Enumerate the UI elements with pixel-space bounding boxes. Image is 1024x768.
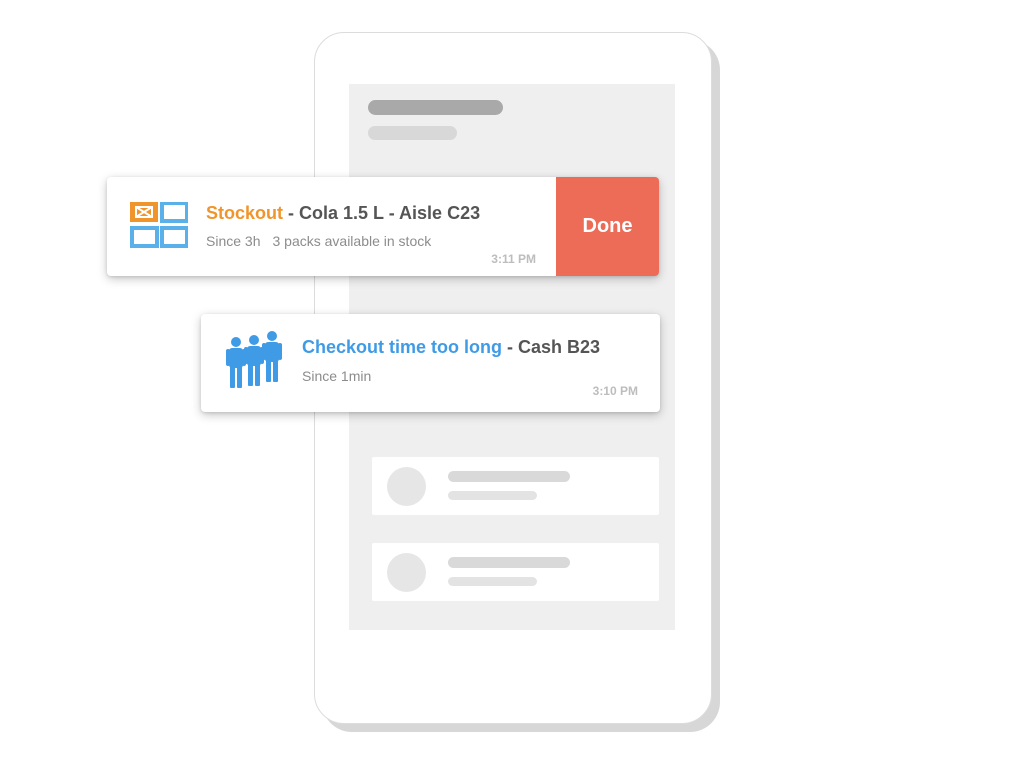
title-separator: - bbox=[502, 337, 518, 357]
notification-subtitle: Since 3h 3 packs available in stock bbox=[206, 233, 431, 249]
placeholder-line bbox=[448, 491, 537, 500]
notification-detail: Cash B23 bbox=[518, 337, 601, 357]
placeholder-line bbox=[448, 577, 537, 586]
notification-time: 3:11 PM bbox=[491, 252, 536, 266]
placeholder-line bbox=[448, 557, 570, 568]
notification-category: Checkout time too long bbox=[302, 337, 502, 357]
title-separator: - bbox=[283, 203, 300, 223]
placeholder-subtitle-bar bbox=[368, 126, 457, 140]
notification-time: 3:10 PM bbox=[592, 384, 638, 398]
notification-since: Since 3h bbox=[206, 233, 261, 249]
checkout-notification[interactable]: Checkout time too long - Cash B23 Since … bbox=[201, 314, 660, 412]
notification-note: 3 packs available in stock bbox=[272, 233, 432, 249]
notification-subtitle: Since 1min bbox=[302, 368, 371, 384]
placeholder-avatar bbox=[387, 553, 426, 592]
notification-since: Since 1min bbox=[302, 368, 372, 384]
placeholder-title-bar bbox=[368, 100, 503, 115]
notification-detail: Cola 1.5 L - Aisle C23 bbox=[299, 203, 481, 223]
placeholder-avatar bbox=[387, 467, 426, 506]
notification-title: Stockout - Cola 1.5 L - Aisle C23 bbox=[206, 203, 480, 224]
notification-category: Stockout bbox=[206, 203, 284, 223]
placeholder-list-item bbox=[372, 457, 659, 515]
shelf-grid-icon bbox=[130, 201, 189, 248]
notification-title: Checkout time too long - Cash B23 bbox=[302, 337, 600, 358]
placeholder-line bbox=[448, 471, 570, 482]
stockout-notification[interactable]: Stockout - Cola 1.5 L - Aisle C23 Since … bbox=[107, 177, 659, 276]
done-button[interactable]: Done bbox=[556, 177, 659, 276]
queue-people-icon bbox=[223, 330, 285, 390]
placeholder-list-item bbox=[372, 543, 659, 601]
